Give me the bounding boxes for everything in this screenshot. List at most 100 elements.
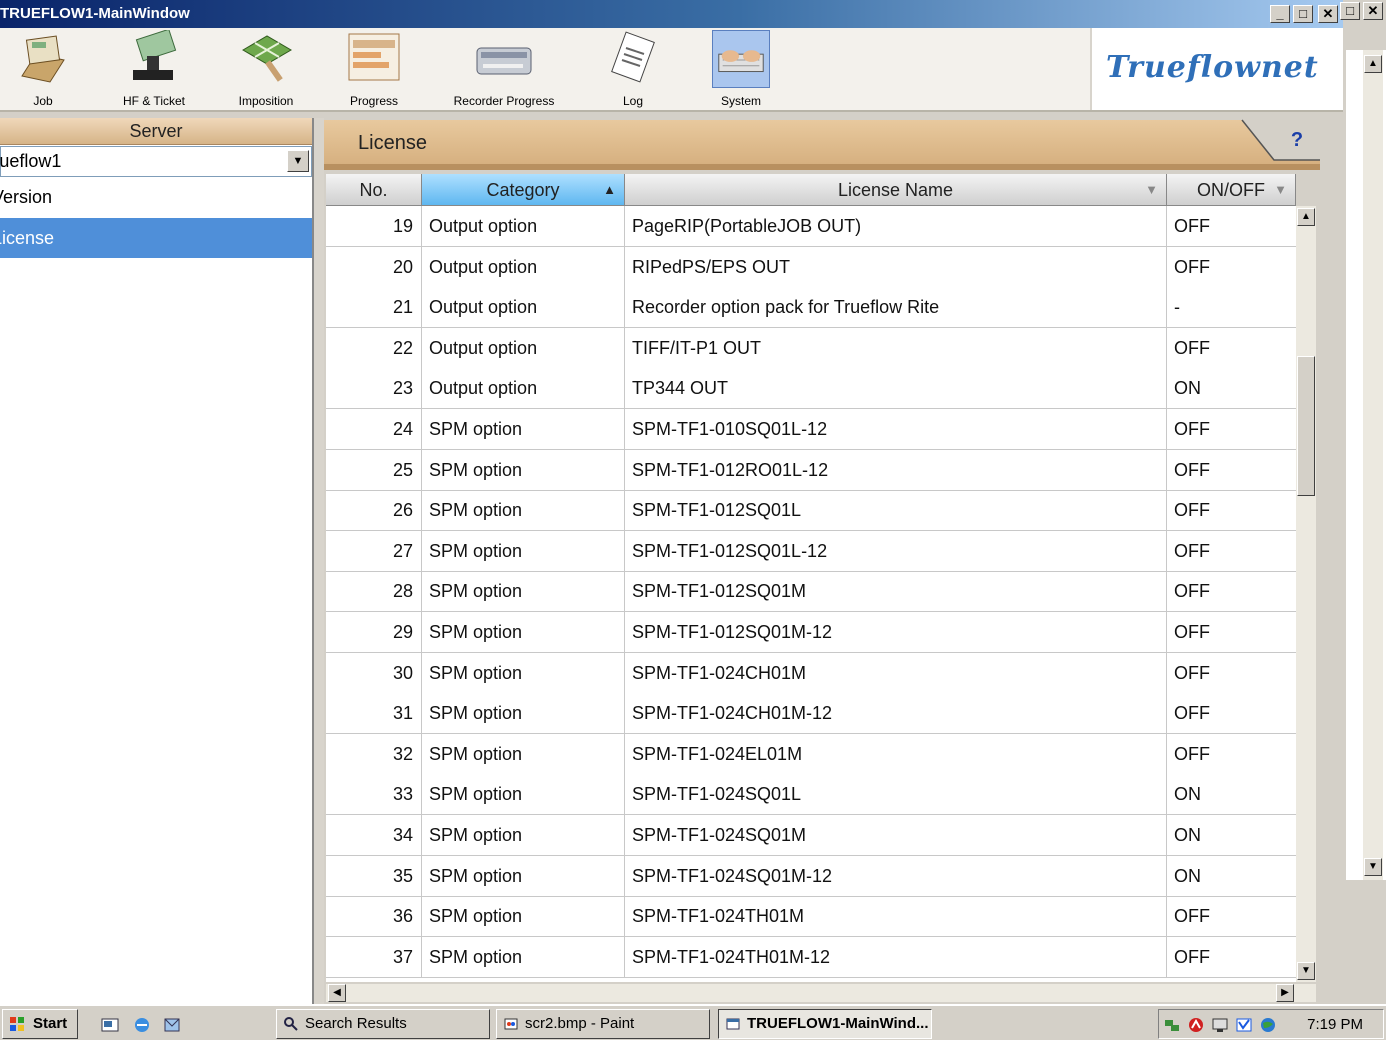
row-on-off: OFF bbox=[1174, 703, 1210, 724]
table-row[interactable]: 25 SPM option SPM-TF1-012RO01L-12 OFF bbox=[326, 449, 1296, 491]
table-row[interactable]: 36 SPM option SPM-TF1-024TH01M OFF bbox=[326, 896, 1296, 938]
nav-item-license[interactable]: License bbox=[0, 218, 312, 258]
table-vertical-scrollbar[interactable]: ▲ ▼ bbox=[1296, 206, 1316, 982]
bg-scroll-up-arrow[interactable]: ▲ bbox=[1364, 55, 1382, 73]
close-button[interactable]: ✕ bbox=[1318, 5, 1338, 23]
table-row[interactable]: 19 Output option PageRIP(PortableJOB OUT) O… bbox=[326, 206, 1296, 247]
row-category: SPM option bbox=[422, 612, 625, 652]
scroll-down-arrow[interactable]: ▼ bbox=[1297, 962, 1315, 980]
chevron-down-icon[interactable]: ▼ bbox=[287, 150, 309, 172]
row-on-off: OFF bbox=[1174, 622, 1210, 642]
table-row[interactable]: 31 SPM option SPM-TF1-024CH01M-12 OFF bbox=[326, 693, 1296, 735]
row-license-name: SPM-TF1-012SQ01M-12 bbox=[625, 612, 1167, 652]
internet-explorer-icon[interactable] bbox=[132, 1015, 152, 1035]
column-header-category[interactable]: Category ▲ bbox=[422, 174, 625, 206]
column-header-on-off[interactable]: ON/OFF ▼ bbox=[1167, 174, 1296, 206]
scroll-thumb[interactable] bbox=[1297, 356, 1315, 496]
row-license-name: SPM-TF1-012RO01L-12 bbox=[625, 449, 1167, 490]
recorder-icon bbox=[476, 47, 532, 75]
table-row[interactable]: 26 SPM option SPM-TF1-012SQ01L OFF bbox=[326, 490, 1296, 532]
row-category: Output option bbox=[422, 327, 625, 368]
toolbar-hf-ticket[interactable]: HF & Ticket bbox=[106, 30, 202, 108]
table-row[interactable]: 29 SPM option SPM-TF1-012SQ01M-12 OFF bbox=[326, 612, 1296, 653]
row-on-off: OFF bbox=[1174, 459, 1210, 480]
table-row[interactable]: 20 Output option RIPedPS/EPS OUT OFF bbox=[326, 246, 1296, 288]
acrobat-icon[interactable] bbox=[1187, 1016, 1205, 1034]
bg-window-scrollbar[interactable]: ▲ ▼ bbox=[1363, 50, 1383, 880]
bg-scroll-down-arrow[interactable]: ▼ bbox=[1364, 858, 1382, 876]
table-row[interactable]: 34 SPM option SPM-TF1-024SQ01M ON bbox=[326, 815, 1296, 856]
table-row[interactable]: 23 Output option TP344 OUT ON bbox=[326, 368, 1296, 410]
row-category: SPM option bbox=[422, 855, 625, 896]
network-icon[interactable] bbox=[1163, 1016, 1181, 1034]
table-row[interactable]: 35 SPM option SPM-TF1-024SQ01M-12 ON bbox=[326, 855, 1296, 897]
toolbar-recorder-progress[interactable]: Recorder Progress bbox=[448, 30, 560, 108]
row-category: Output option bbox=[422, 368, 625, 409]
globe-icon[interactable] bbox=[1259, 1016, 1277, 1034]
nav-item-version[interactable]: Version bbox=[0, 177, 304, 217]
bg-close-button[interactable]: ✕ bbox=[1363, 2, 1383, 20]
job-icon bbox=[21, 35, 65, 83]
chevron-down-icon: ▼ bbox=[1145, 182, 1158, 197]
table-row[interactable]: 33 SPM option SPM-TF1-024SQ01L ON bbox=[326, 774, 1296, 816]
table-row[interactable]: 27 SPM option SPM-TF1-012SQ01L-12 OFF bbox=[326, 530, 1296, 572]
toolbar-imposition[interactable]: Imposition bbox=[218, 30, 314, 108]
antivirus-icon[interactable] bbox=[1235, 1016, 1253, 1034]
monitor-icon[interactable] bbox=[1211, 1016, 1229, 1034]
help-icon[interactable]: ? bbox=[1285, 128, 1309, 152]
toolbar-job[interactable]: Job bbox=[0, 30, 91, 108]
row-number: 23 bbox=[326, 368, 422, 409]
start-button[interactable]: Start bbox=[2, 1009, 78, 1039]
trueflow-logo: Trueflownet bbox=[1090, 28, 1343, 110]
maximize-button[interactable]: □ bbox=[1293, 5, 1313, 23]
bg-restore-button[interactable]: □ bbox=[1340, 2, 1360, 20]
row-on-off: OFF bbox=[1174, 581, 1210, 602]
panel-splitter[interactable] bbox=[314, 118, 324, 1004]
row-license-name: SPM-TF1-024SQ01M bbox=[625, 815, 1167, 855]
column-header-license-name[interactable]: License Name ▼ bbox=[625, 174, 1167, 206]
task-search-results[interactable]: Search Results bbox=[276, 1009, 490, 1039]
row-category: SPM option bbox=[422, 815, 625, 855]
row-category: SPM option bbox=[422, 733, 625, 774]
row-category: Output option bbox=[422, 206, 625, 246]
toolbar-system[interactable]: System bbox=[693, 30, 789, 108]
keyboard-hands-icon bbox=[712, 30, 770, 88]
minimize-button[interactable]: _ bbox=[1270, 5, 1290, 23]
row-number: 29 bbox=[326, 612, 422, 652]
table-horizontal-scrollbar[interactable]: ◀ ▶ bbox=[326, 984, 1316, 1002]
scroll-left-arrow[interactable]: ◀ bbox=[328, 984, 346, 1002]
column-header-no[interactable]: No. bbox=[326, 174, 422, 206]
table-row[interactable]: 30 SPM option SPM-TF1-024CH01M OFF bbox=[326, 652, 1296, 694]
row-category: Output option bbox=[422, 287, 625, 328]
scroll-up-arrow[interactable]: ▲ bbox=[1297, 208, 1315, 226]
server-select[interactable]: Trueflow1 ▼ bbox=[0, 146, 312, 177]
row-license-name: SPM-TF1-012SQ01L-12 bbox=[625, 530, 1167, 571]
table-row[interactable]: 37 SPM option SPM-TF1-024TH01M-12 OFF bbox=[326, 936, 1296, 978]
toolbar-log[interactable]: Log bbox=[585, 30, 681, 108]
chevron-down-icon: ▼ bbox=[1274, 182, 1287, 197]
table-row[interactable]: 32 SPM option SPM-TF1-024EL01M OFF bbox=[326, 733, 1296, 775]
task-trueflow-main-window[interactable]: TRUEFLOW1-MainWind... bbox=[718, 1009, 932, 1039]
row-category: SPM option bbox=[422, 774, 625, 815]
paint-icon bbox=[504, 1018, 518, 1030]
table-row[interactable]: 24 SPM option SPM-TF1-010SQ01L-12 OFF bbox=[326, 409, 1296, 450]
row-number: 27 bbox=[326, 530, 422, 571]
row-license-name: SPM-TF1-024SQ01M-12 bbox=[625, 855, 1167, 896]
row-on-off: ON bbox=[1174, 784, 1201, 805]
toolbar-progress[interactable]: Progress bbox=[326, 30, 422, 108]
license-panel: License ? No. Category ▲ License Name ▼ … bbox=[324, 118, 1343, 1004]
scroll-right-arrow[interactable]: ▶ bbox=[1276, 984, 1294, 1002]
table-row[interactable]: 21 Output option Recorder option pack for … bbox=[326, 287, 1296, 329]
row-number: 33 bbox=[326, 774, 422, 815]
table-row[interactable]: 22 Output option TIFF/IT-P1 OUT OFF bbox=[326, 327, 1296, 369]
row-license-name: SPM-TF1-010SQ01L-12 bbox=[625, 409, 1167, 449]
outlook-icon[interactable] bbox=[162, 1015, 182, 1035]
row-number: 24 bbox=[326, 409, 422, 449]
row-category: SPM option bbox=[422, 693, 625, 734]
row-license-name: TIFF/IT-P1 OUT bbox=[625, 327, 1167, 368]
show-desktop-icon[interactable] bbox=[100, 1015, 120, 1035]
table-row[interactable]: 28 SPM option SPM-TF1-012SQ01M OFF bbox=[326, 571, 1296, 613]
row-on-off: OFF bbox=[1174, 419, 1210, 439]
row-category: SPM option bbox=[422, 409, 625, 449]
task-paint[interactable]: scr2.bmp - Paint bbox=[496, 1009, 710, 1039]
